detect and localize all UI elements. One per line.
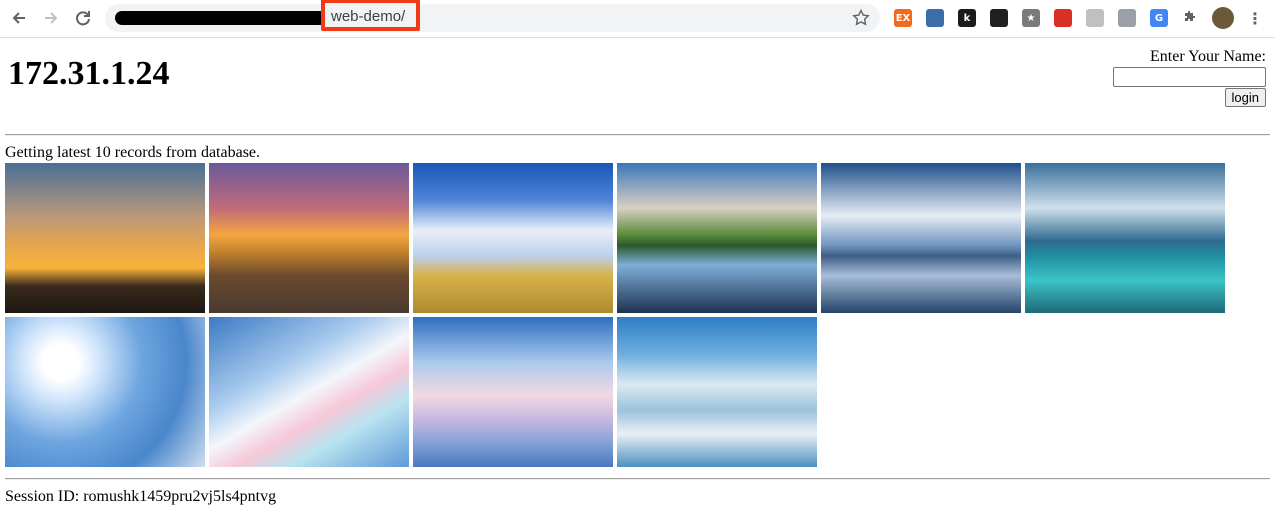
photo-sunset-clouds (5, 163, 205, 313)
session-id-text: Session ID: romushk1459pru2vj5ls4pntvg (5, 488, 277, 505)
page-title: 172.31.1.24 (8, 55, 170, 92)
forward-arrow-icon (45, 12, 58, 24)
profile-avatar[interactable] (1212, 7, 1234, 29)
photo-pastel-clouds (413, 317, 613, 467)
photo-turquoise-sea (1025, 163, 1225, 313)
image-gallery (5, 163, 1230, 467)
dark-extension-icon[interactable] (990, 9, 1008, 27)
blue-extension-icon[interactable] (926, 9, 944, 27)
bottom-divider (5, 478, 1270, 480)
name-input[interactable] (1113, 67, 1266, 87)
login-button[interactable]: login (1224, 88, 1266, 107)
reload-button[interactable] (71, 6, 95, 30)
star-box-extension-icon[interactable]: ★ (1022, 9, 1040, 27)
status-text: Getting latest 10 records from database. (5, 144, 261, 161)
url-highlight-box: web-demo/ (321, 0, 420, 31)
menu-kebab-icon[interactable]: ⋮ (1246, 9, 1264, 28)
photo-rainbow-clouds (209, 317, 409, 467)
login-label: Enter Your Name: (1150, 48, 1266, 65)
k-extension-icon[interactable]: k (958, 9, 976, 27)
photo-beach-sunset (209, 163, 409, 313)
browser-toolbar: web-demo/ EX k ★ G ⋮ (0, 0, 1275, 38)
puzzle-extensions-icon[interactable] (1181, 9, 1199, 27)
red-dot-extension-icon[interactable] (1054, 9, 1072, 27)
reload-icon (76, 11, 90, 26)
url-text: web-demo/ (331, 8, 406, 25)
ex-extension-icon[interactable]: EX (894, 9, 912, 27)
photo-road-sky (413, 163, 613, 313)
address-bar[interactable]: web-demo/ (105, 0, 880, 32)
top-divider (5, 134, 1270, 136)
photo-sun-rays (5, 317, 205, 467)
back-arrow-icon (12, 12, 25, 24)
gray-extension-icon[interactable] (1086, 9, 1104, 27)
photo-lake-reflection (617, 163, 817, 313)
photo-pier-clouds (821, 163, 1021, 313)
login-form: Enter Your Name: login (1096, 48, 1266, 107)
photo-cloud-mountains (617, 317, 817, 467)
redacted-url-segment (115, 11, 327, 25)
back-button[interactable] (7, 6, 31, 30)
globe-extension-icon[interactable] (1118, 9, 1136, 27)
bookmark-star-icon[interactable] (852, 9, 870, 27)
translate-extension-icon[interactable]: G (1150, 9, 1168, 27)
forward-button[interactable] (39, 6, 63, 30)
